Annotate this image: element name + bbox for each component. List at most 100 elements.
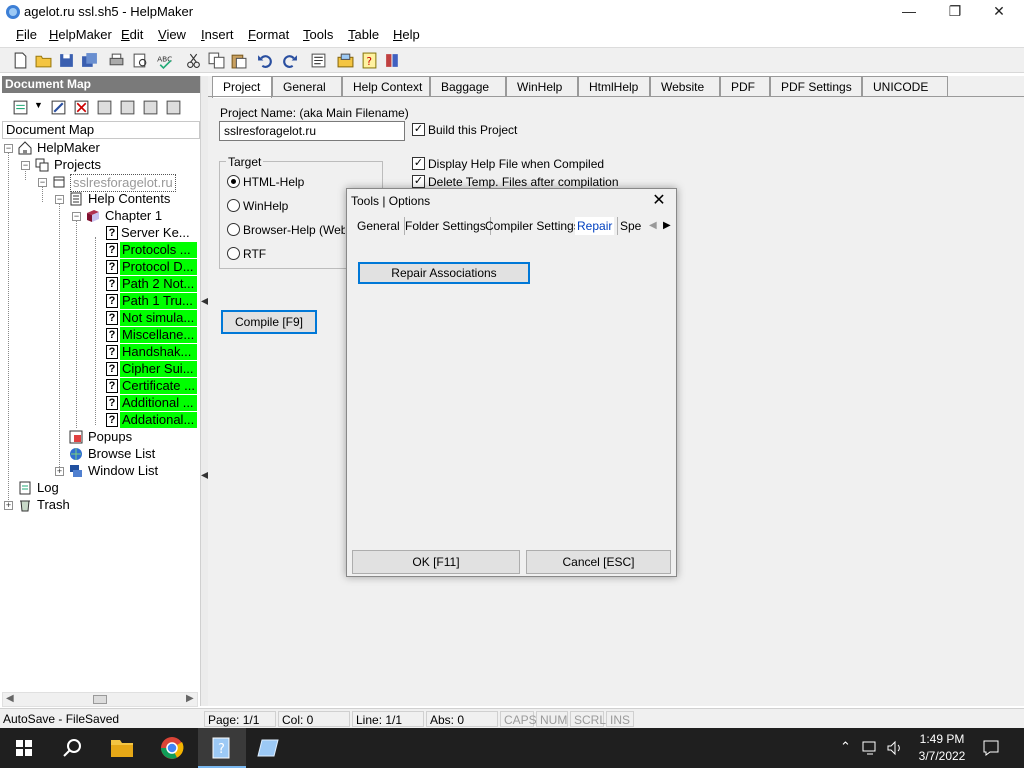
dialog-tab-repair[interactable]: Repair [575, 217, 615, 235]
clock-date[interactable]: 3/7/2022 [915, 749, 969, 763]
save-all-icon[interactable] [81, 52, 98, 69]
helpmaker-taskbar-button[interactable]: ? [198, 728, 246, 768]
compile-icon[interactable] [384, 52, 401, 69]
menu-help[interactable]: Help [393, 27, 420, 42]
tree-topic[interactable]: ? Protocols ... [0, 242, 198, 258]
tab-winhelp[interactable]: WinHelp [506, 76, 578, 97]
collapse-toggle[interactable]: − [55, 195, 64, 204]
compile-button[interactable]: Compile [F9] [221, 310, 317, 334]
tree-topic[interactable]: ? Not simula... [0, 310, 198, 326]
help-icon[interactable]: ? [361, 52, 378, 69]
close-button[interactable]: ✕ [976, 0, 1022, 24]
menu-file[interactable]: File [16, 27, 37, 42]
target-htmlhelp-radio[interactable] [227, 175, 240, 188]
chrome-icon[interactable] [148, 728, 196, 768]
print-preview-icon[interactable] [132, 52, 149, 69]
notifications-icon[interactable] [982, 739, 1000, 757]
edit-topic-icon[interactable] [50, 99, 67, 116]
document-map-tree[interactable]: − HelpMaker − Projects − sslresforagelot… [0, 140, 200, 690]
outdent-icon[interactable] [165, 99, 182, 116]
target-winhelp-radio[interactable] [227, 199, 240, 212]
tree-topic[interactable]: ? Server Ke... [0, 225, 198, 241]
tab-scroll-left-icon[interactable]: ◀ [649, 220, 657, 231]
dialog-close-icon[interactable]: ✕ [647, 191, 671, 211]
tab-unicode[interactable]: UNICODE [862, 76, 948, 97]
tab-general[interactable]: General [272, 76, 342, 97]
expand-toggle[interactable]: + [4, 501, 13, 510]
tree-topic[interactable]: ? Protocol D... [0, 259, 198, 275]
collapse-toggle[interactable]: − [72, 212, 81, 221]
undo-icon[interactable] [257, 52, 274, 69]
dialog-tab-compiler-settings[interactable]: Compiler Settings [485, 217, 585, 235]
tab-pdf[interactable]: PDF [720, 76, 770, 97]
windows-start-icon[interactable] [0, 728, 48, 768]
tree-topic[interactable]: ? Addational... [0, 412, 198, 428]
spellcheck-icon[interactable]: ABC [156, 52, 173, 69]
display-help-checkbox[interactable]: ✓ [412, 157, 425, 170]
menu-helpmaker[interactable]: HelpMaker [49, 27, 112, 42]
network-icon[interactable] [862, 740, 880, 756]
volume-icon[interactable] [886, 740, 904, 756]
tree-topic[interactable]: ? Handshak... [0, 344, 198, 360]
topic-icon[interactable] [337, 52, 354, 69]
panel-splitter[interactable]: ◀ ◀ [200, 76, 209, 706]
clock-time[interactable]: 1:49 PM [917, 732, 967, 746]
tree-horizontal-scrollbar[interactable]: ◀ ▶ [2, 692, 198, 707]
tab-pdf-settings[interactable]: PDF Settings [770, 76, 862, 97]
dialog-tab-general[interactable]: General [357, 217, 405, 235]
tree-topic[interactable]: ? Miscellane... [0, 327, 198, 343]
file-explorer-icon[interactable] [98, 728, 146, 768]
menu-format[interactable]: Format [248, 27, 289, 42]
collapse-toggle[interactable]: − [4, 144, 13, 153]
ok-button[interactable]: OK [F11] [352, 550, 520, 574]
tree-topic[interactable]: ? Path 1 Tru... [0, 293, 198, 309]
search-icon[interactable] [48, 728, 96, 768]
delete-topic-icon[interactable] [73, 99, 90, 116]
tree-topic[interactable]: ? Additional ... [0, 395, 198, 411]
scroll-left-arrow-icon[interactable]: ◀ [6, 693, 14, 704]
tab-scroll-right-icon[interactable]: ▶ [663, 220, 671, 231]
scroll-thumb[interactable] [93, 695, 107, 704]
add-topic-icon[interactable] [12, 99, 29, 116]
tree-topic[interactable]: ? Cipher Sui... [0, 361, 198, 377]
cut-icon[interactable] [185, 52, 202, 69]
move-up-icon[interactable] [96, 99, 113, 116]
project-name-input[interactable]: sslresforagelot.ru [219, 121, 405, 141]
scroll-right-arrow-icon[interactable]: ▶ [186, 693, 194, 704]
tab-website[interactable]: Website [650, 76, 720, 97]
dialog-tab-spell[interactable]: Spel [617, 217, 641, 235]
print-icon[interactable] [108, 52, 125, 69]
move-down-icon[interactable] [119, 99, 136, 116]
copy-icon[interactable] [208, 52, 225, 69]
maximize-button[interactable]: ❐ [932, 0, 978, 24]
menu-insert[interactable]: Insert [201, 27, 234, 42]
collapse-toggle[interactable]: − [21, 161, 30, 170]
save-icon[interactable] [58, 52, 75, 69]
tree-topic[interactable]: ? Certificate ... [0, 378, 198, 394]
tree-topic[interactable]: ? Path 2 Not... [0, 276, 198, 292]
build-project-checkbox[interactable]: ✓ [412, 123, 425, 136]
cancel-button[interactable]: Cancel [ESC] [526, 550, 671, 574]
target-browser-help-radio[interactable] [227, 223, 240, 236]
open-icon[interactable] [35, 52, 52, 69]
redo-icon[interactable] [281, 52, 298, 69]
tab-htmlhelp[interactable]: HtmlHelp [578, 76, 650, 97]
menu-tools[interactable]: Tools [303, 27, 333, 42]
tab-project[interactable]: Project [212, 76, 272, 98]
properties-icon[interactable] [310, 52, 327, 69]
dropdown-arrow-icon[interactable]: ▼ [34, 100, 43, 110]
indent-icon[interactable] [142, 99, 159, 116]
dialog-tab-folder-settings[interactable]: Folder Settings [405, 217, 491, 235]
new-icon[interactable] [12, 52, 29, 69]
tab-baggage[interactable]: Baggage [430, 76, 506, 97]
collapse-toggle[interactable]: − [38, 178, 47, 187]
menu-edit[interactable]: Edit [121, 27, 143, 42]
show-hidden-icons-icon[interactable]: ⌃ [840, 739, 851, 755]
repair-associations-button[interactable]: Repair Associations [358, 262, 530, 284]
tab-help-context[interactable]: Help Context [342, 76, 430, 97]
menu-view[interactable]: View [158, 27, 186, 42]
delete-temp-checkbox[interactable]: ✓ [412, 175, 425, 188]
paste-icon[interactable] [230, 52, 247, 69]
expand-toggle[interactable]: + [55, 467, 64, 476]
menu-table[interactable]: Table [348, 27, 379, 42]
